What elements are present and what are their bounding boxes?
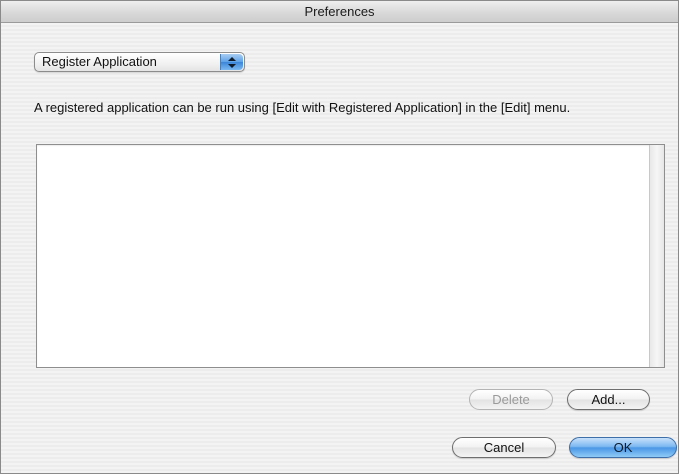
- preferences-window: Preferences Register Application A regis…: [0, 0, 679, 474]
- description-text: A registered application can be run usin…: [34, 100, 571, 115]
- window-title: Preferences: [304, 4, 375, 19]
- category-popup-label: Register Application: [42, 54, 157, 69]
- delete-button[interactable]: Delete: [469, 389, 553, 410]
- registered-application-list[interactable]: [36, 144, 665, 368]
- add-button[interactable]: Add...: [567, 389, 650, 410]
- window-titlebar[interactable]: Preferences: [1, 1, 678, 23]
- category-popup[interactable]: Register Application: [34, 52, 245, 72]
- up-down-arrows-icon: [220, 54, 243, 70]
- list-scrollbar[interactable]: [649, 145, 664, 367]
- cancel-button[interactable]: Cancel: [452, 437, 556, 458]
- ok-button[interactable]: OK: [569, 437, 677, 458]
